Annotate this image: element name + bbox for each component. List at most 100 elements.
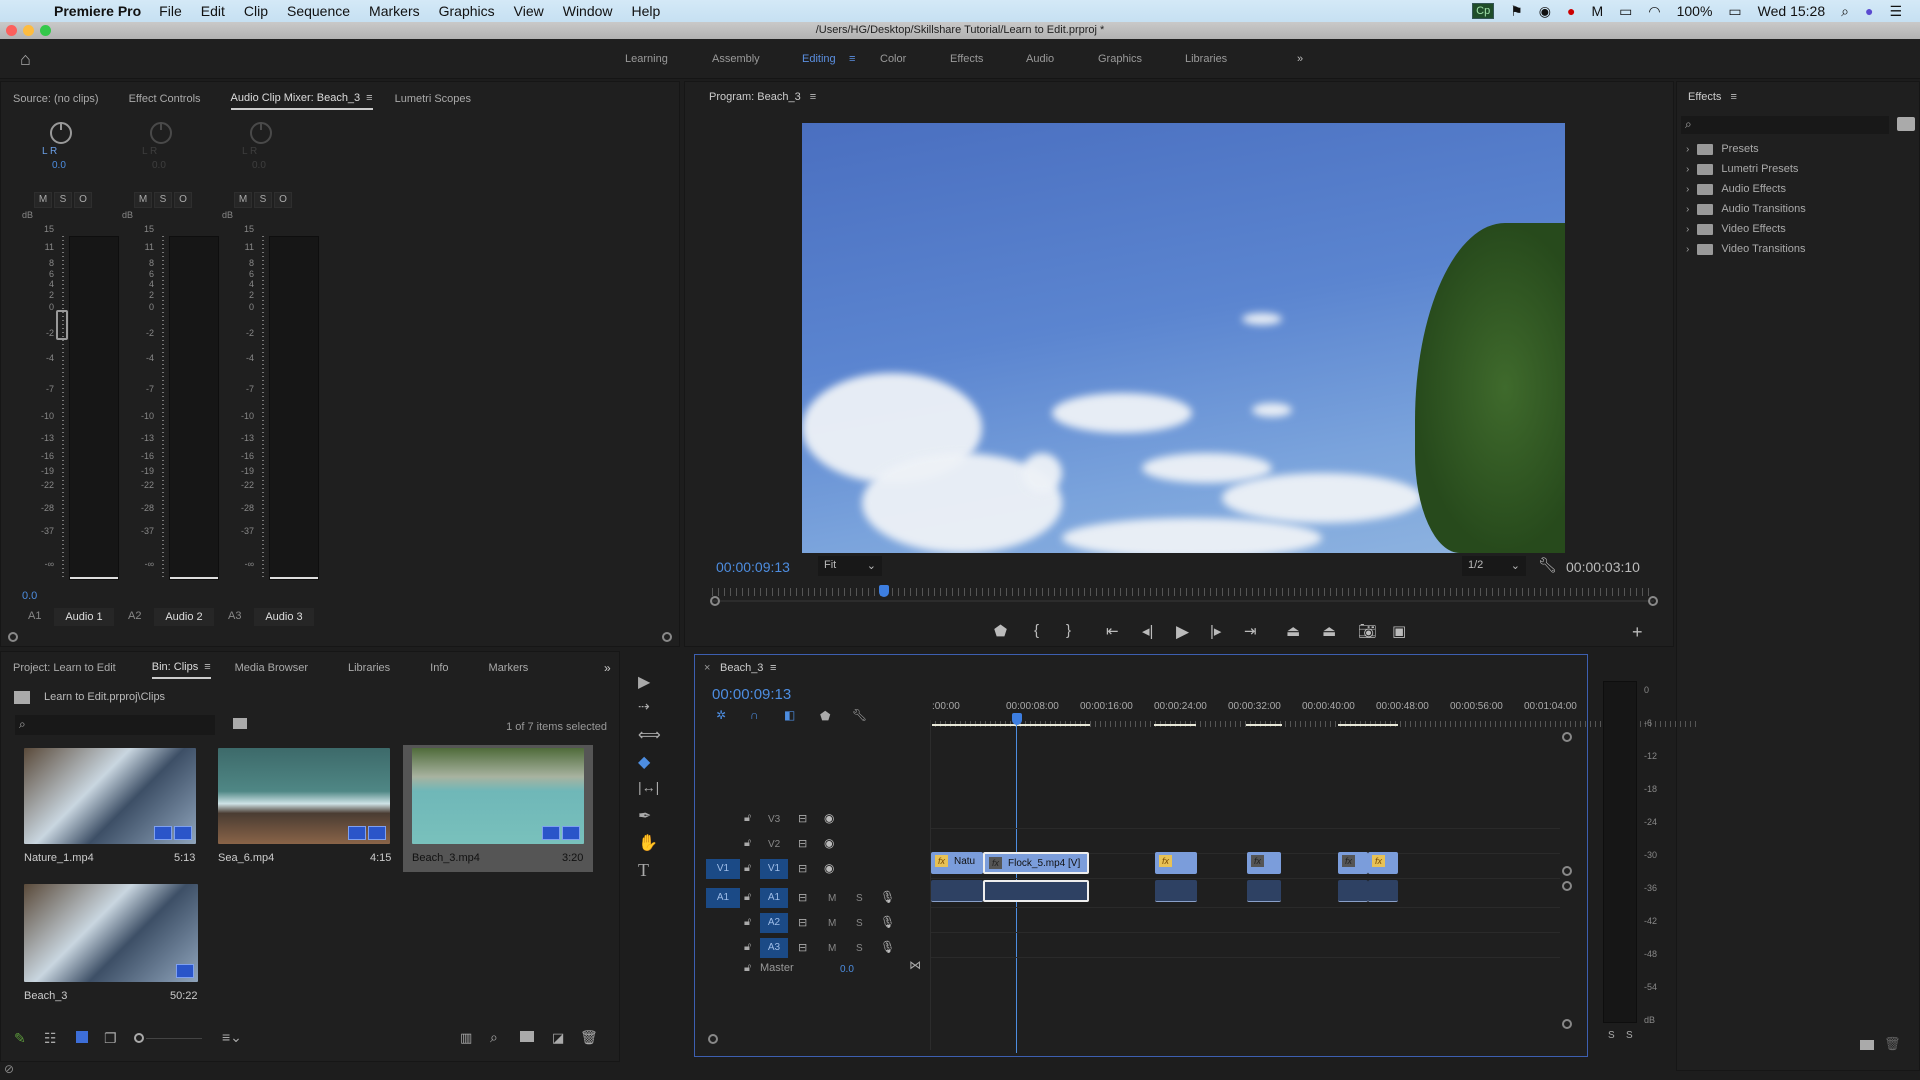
solo-button[interactable]: S bbox=[54, 192, 72, 208]
go-to-out-button[interactable]: ⇥ bbox=[1244, 622, 1257, 640]
zoom-bar-handle-left[interactable] bbox=[710, 596, 720, 606]
sync-lock-icon[interactable]: ⊟ bbox=[798, 941, 807, 954]
menu-sequence[interactable]: Sequence bbox=[287, 3, 350, 19]
razor-tool-icon[interactable]: ◆ bbox=[638, 752, 650, 772]
video-clip[interactable]: fx bbox=[1338, 852, 1368, 874]
solo-button[interactable]: S bbox=[254, 192, 272, 208]
pan-value[interactable]: 0.0 bbox=[252, 160, 266, 171]
malwarebytes-icon[interactable]: M bbox=[1591, 3, 1603, 19]
linked-selection-icon[interactable]: ◧ bbox=[784, 708, 795, 722]
track-select-tool-icon[interactable]: ⇢ bbox=[638, 698, 650, 715]
pan-knob[interactable] bbox=[50, 122, 72, 144]
find-icon[interactable] bbox=[233, 718, 247, 729]
tab-info[interactable]: Info bbox=[430, 658, 448, 678]
automate-to-sequence-icon[interactable]: ▥ bbox=[460, 1030, 472, 1046]
thumbnail-size-slider[interactable] bbox=[146, 1038, 202, 1039]
tab-lumetri-scopes[interactable]: Lumetri Scopes bbox=[395, 89, 471, 109]
audio-clip[interactable] bbox=[1338, 880, 1368, 902]
new-item-icon[interactable]: ◪ bbox=[552, 1030, 564, 1046]
workspace-libraries[interactable]: Libraries bbox=[1185, 53, 1227, 65]
vertical-zoom-handle-top[interactable] bbox=[1562, 732, 1572, 742]
menu-clip[interactable]: Clip bbox=[244, 3, 268, 19]
nest-toggle-icon[interactable]: ✲ bbox=[716, 708, 726, 722]
siri-icon[interactable]: ● bbox=[1865, 3, 1873, 19]
comparison-view-button[interactable]: ▣ bbox=[1392, 622, 1406, 640]
pencil-write-icon[interactable]: ✎ bbox=[14, 1030, 26, 1047]
mute-button[interactable]: M bbox=[34, 192, 52, 208]
panel-menu-icon[interactable]: ≡ bbox=[204, 661, 210, 673]
new-custom-bin-icon[interactable] bbox=[1897, 117, 1915, 131]
audio-clip[interactable] bbox=[1247, 880, 1281, 902]
panel-menu-icon[interactable]: ≡ bbox=[770, 662, 776, 674]
zoom-level-dropdown[interactable]: Fit ⌄ bbox=[818, 556, 882, 576]
notification-center-icon[interactable]: ☰ bbox=[1889, 3, 1902, 20]
project-search-input[interactable]: ⌕ bbox=[15, 715, 215, 735]
new-folder-icon[interactable] bbox=[1860, 1040, 1874, 1050]
icon-view-icon[interactable] bbox=[76, 1031, 88, 1043]
hand-tool-icon[interactable]: ✋ bbox=[638, 833, 658, 853]
mute-track-button[interactable]: M bbox=[828, 918, 836, 929]
home-icon[interactable]: ⌂ bbox=[20, 49, 31, 70]
microphone-icon[interactable]: 🎙︎ bbox=[880, 940, 895, 954]
mixer-scroll-handle-left[interactable] bbox=[8, 632, 18, 642]
effects-tree-item[interactable]: › Audio Effects bbox=[1686, 183, 1786, 195]
timeline-current-time[interactable]: 00:00:09:13 bbox=[712, 686, 791, 703]
record-button[interactable]: O bbox=[174, 192, 192, 208]
mute-button[interactable]: M bbox=[234, 192, 252, 208]
pan-value[interactable]: 0.0 bbox=[52, 160, 66, 171]
mute-track-button[interactable]: M bbox=[828, 943, 836, 954]
workspace-effects[interactable]: Effects bbox=[950, 53, 983, 65]
source-patch-v1[interactable]: V1 bbox=[706, 859, 740, 879]
workspace-audio[interactable]: Audio bbox=[1026, 53, 1054, 65]
sync-lock-icon[interactable]: ⊟ bbox=[798, 891, 807, 904]
chevron-right-icon[interactable]: › bbox=[1686, 144, 1689, 155]
panel-overflow-button[interactable]: » bbox=[604, 661, 611, 675]
fader-track[interactable] bbox=[262, 236, 264, 580]
navigate-up-bin-icon[interactable] bbox=[14, 691, 30, 704]
workspace-editing[interactable]: Editing bbox=[802, 53, 836, 65]
workspace-overflow-button[interactable]: » bbox=[1297, 53, 1303, 65]
lock-icon[interactable]: 🔓︎ bbox=[744, 962, 751, 975]
selection-tool-icon[interactable]: ▶ bbox=[638, 672, 650, 692]
minimize-window-button[interactable] bbox=[23, 25, 34, 36]
volume-value[interactable]: 0.0 bbox=[22, 590, 37, 602]
add-marker-button[interactable]: ⬟ bbox=[994, 622, 1007, 640]
pen-tool-icon[interactable]: ✒ bbox=[638, 806, 651, 826]
battery-icon[interactable]: ▭ bbox=[1728, 3, 1741, 20]
effects-tree-item[interactable]: › Lumetri Presets bbox=[1686, 163, 1798, 175]
record-button[interactable]: O bbox=[274, 192, 292, 208]
extract-button[interactable]: ⏏ bbox=[1322, 622, 1336, 640]
effects-tree-item[interactable]: › Audio Transitions bbox=[1686, 203, 1806, 215]
close-sequence-tab-icon[interactable]: × bbox=[704, 662, 710, 674]
effects-tree-item[interactable]: › Presets bbox=[1686, 143, 1759, 155]
workspace-color[interactable]: Color bbox=[880, 53, 906, 65]
solo-track-button[interactable]: S bbox=[856, 918, 863, 929]
clock[interactable]: Wed 15:28 bbox=[1758, 3, 1825, 19]
effects-tree-item[interactable]: › Video Transitions bbox=[1686, 243, 1806, 255]
close-window-button[interactable] bbox=[6, 25, 17, 36]
thumbnail-size-slider-handle[interactable] bbox=[134, 1033, 144, 1043]
track-target-v2[interactable]: V2 bbox=[768, 839, 780, 850]
chevron-right-icon[interactable]: › bbox=[1686, 184, 1689, 195]
workspace-graphics[interactable]: Graphics bbox=[1098, 53, 1142, 65]
audio-clip[interactable] bbox=[1155, 880, 1197, 902]
mute-track-button[interactable]: M bbox=[828, 893, 836, 904]
solo-track-button[interactable]: S bbox=[856, 943, 863, 954]
vertical-zoom-handle-bottom[interactable] bbox=[1562, 1019, 1572, 1029]
clip-thumbnail[interactable] bbox=[24, 748, 196, 844]
menu-graphics[interactable]: Graphics bbox=[439, 3, 495, 19]
panel-menu-icon[interactable]: ≡ bbox=[810, 91, 816, 103]
sync-lock-icon[interactable]: ⊟ bbox=[798, 837, 807, 850]
audio-clip-flock[interactable] bbox=[983, 880, 1089, 902]
track-target-a3[interactable]: A3 bbox=[760, 938, 788, 958]
lock-icon[interactable]: 🔓︎ bbox=[744, 941, 751, 954]
lock-icon[interactable]: 🔓︎ bbox=[744, 891, 751, 904]
new-bin-folder-icon[interactable] bbox=[520, 1031, 534, 1042]
find-icon[interactable]: ⌕ bbox=[490, 1029, 498, 1046]
lock-icon[interactable]: 🔓︎ bbox=[744, 837, 751, 850]
delete-trash-icon[interactable]: 🗑︎ bbox=[1884, 1036, 1901, 1052]
add-marker-icon[interactable]: ⬟ bbox=[820, 709, 830, 723]
tab-bin-clips[interactable]: Bin: Clips ≡ bbox=[151, 657, 211, 679]
program-playhead[interactable] bbox=[879, 585, 889, 597]
microphone-icon[interactable]: 🎙︎ bbox=[880, 915, 895, 929]
